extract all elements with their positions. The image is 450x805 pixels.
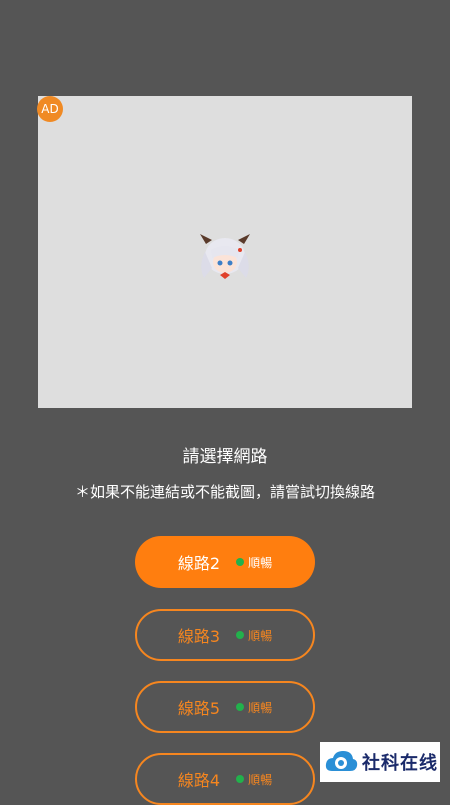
route-notice: ＊如果不能連結或不能截圖，請嘗試切換線路: [74, 483, 375, 501]
route-label: 線路2: [177, 554, 221, 573]
route-button-4[interactable]: 線路4 順暢: [135, 753, 315, 805]
status-dot-icon: [236, 558, 245, 566]
watermark: 社科在线: [320, 742, 440, 782]
route-button-2[interactable]: 線路2 順暢: [135, 536, 315, 588]
mascot-image: [200, 234, 250, 279]
route-status: 順暢: [248, 555, 273, 570]
page-title: 請選擇網路: [182, 447, 268, 467]
ad-banner[interactable]: [38, 96, 412, 408]
status-dot-icon: [236, 631, 245, 639]
route-label: 線路3: [177, 627, 221, 646]
route-status: 順暢: [248, 700, 273, 715]
ad-badge: AD: [37, 96, 63, 122]
route-status: 順暢: [248, 628, 273, 643]
route-label: 線路5: [177, 699, 221, 718]
status-dot-icon: [236, 775, 245, 783]
route-status: 順暢: [248, 772, 273, 787]
cloud-logo-icon: [325, 751, 358, 771]
route-label: 線路4: [177, 771, 221, 790]
watermark-text: 社科在线: [362, 753, 438, 774]
route-button-5[interactable]: 線路5 順暢: [135, 681, 315, 733]
route-button-3[interactable]: 線路3 順暢: [135, 609, 315, 661]
status-dot-icon: [236, 703, 245, 711]
